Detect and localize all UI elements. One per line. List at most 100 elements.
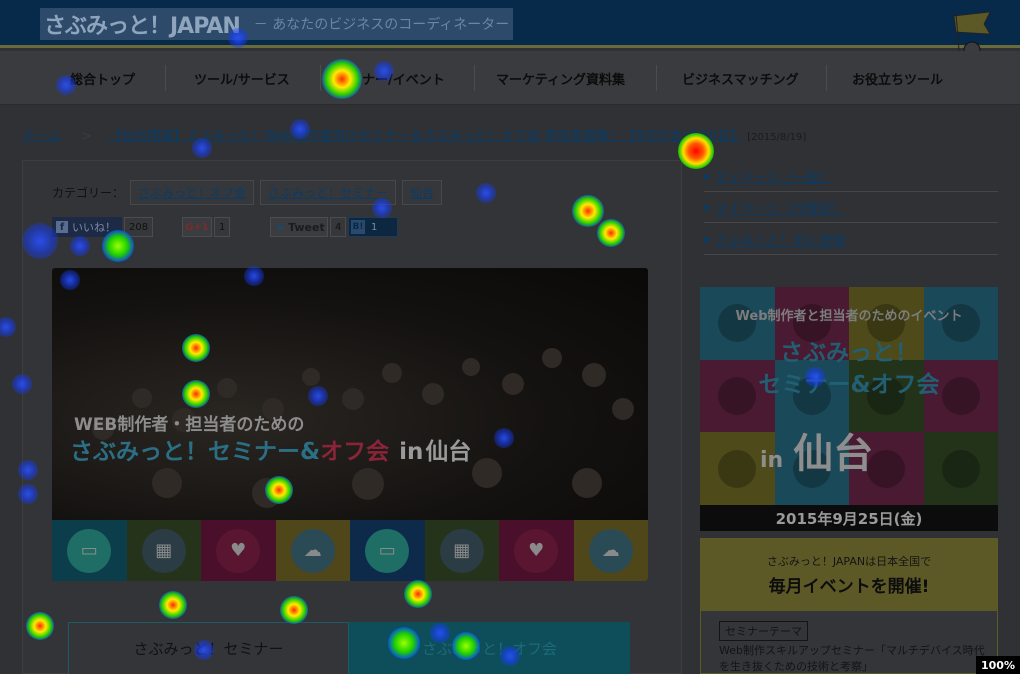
google-plus-count: 1: [214, 217, 231, 237]
monthly-event-box: さぶみっと！JAPANは日本全国で 毎月イベントを開催! セミナーテーマ Web…: [700, 538, 998, 674]
zoom-level: 100%: [976, 656, 1020, 674]
banner-title: Web制作者と担当者のためのイベント: [735, 309, 963, 324]
hatena-icon: B!: [351, 220, 365, 234]
tab-seminar[interactable]: さぶみっと！セミナー: [68, 622, 349, 674]
nav-divider: [826, 65, 827, 91]
sidebar-link-register-id[interactable]: ▶ さぶみっと！IDに登録: [704, 225, 998, 255]
triangle-right-icon: ▶: [704, 202, 711, 213]
category-tag-seminar[interactable]: さぶみっと！セミナー: [260, 180, 397, 205]
triangle-right-icon: ▶: [704, 234, 711, 245]
nav-item-matching[interactable]: ビジネスマッチング: [682, 51, 799, 105]
breadcrumb: ホーム > 【仙台開催】さぶみっと！Web制作者向けセミナー＆さぶみっと！オフ会…: [22, 125, 806, 144]
category-tag-sendai[interactable]: 仙台: [402, 180, 443, 205]
nav-item-tools[interactable]: ツール/サービス: [194, 51, 290, 105]
hero-title-in: in: [399, 439, 424, 465]
breadcrumb-home[interactable]: ホーム: [22, 129, 61, 144]
hatena-bookmark-button[interactable]: B! 1: [348, 217, 398, 237]
banner-main-title: さぶみっと！ セミナー&オフ会: [700, 337, 998, 401]
site-header: さぶみっと！JAPAN － あなたのビジネスのコーディネーター: [0, 0, 1020, 48]
photo-person: [132, 388, 152, 408]
sidebar-link-mypage-general[interactable]: ▶ マイページ（一般）: [704, 162, 998, 192]
photo-person: [472, 458, 502, 488]
nav-item-marketing[interactable]: マーケティング資料集: [496, 51, 625, 105]
hero-icon-tile: ☁: [275, 520, 350, 581]
nav-item-top[interactable]: 総合トップ: [70, 51, 135, 105]
photo-person: [462, 358, 480, 376]
hero-icon-tile: ▦: [126, 520, 201, 581]
hero-icon-tile: ☁: [573, 520, 648, 581]
site-logo[interactable]: さぶみっと！JAPAN － あなたのビジネスのコーディネーター: [40, 8, 514, 40]
category-tag-offkai[interactable]: さぶみっと！オフ会: [130, 180, 255, 205]
photo-person: [582, 363, 606, 387]
hero-title-offkai: オフ会: [320, 439, 390, 465]
photo-person: [342, 388, 364, 410]
banner-city-name: 仙台: [793, 431, 874, 477]
tweet-count: 4: [330, 217, 347, 237]
chat-icon: ☁: [290, 528, 335, 573]
logo-title: さぶみっと！JAPAN: [44, 14, 241, 39]
heatmap-click-spot: [0, 317, 16, 337]
tablet-icon: ▦: [141, 528, 186, 573]
nav-divider: [656, 65, 657, 91]
photo-person: [217, 378, 237, 398]
hero-icon-tile: ▦: [424, 520, 499, 581]
banner-city: in 仙台: [760, 421, 873, 479]
photo-person: [612, 398, 634, 420]
banner-tile-icon: [941, 449, 980, 488]
monitor-icon: ▭: [365, 528, 410, 573]
event-tabs: さぶみっと！セミナー さぶみっと！オフ会: [68, 622, 630, 674]
sidebar-event-banner[interactable]: Web制作者と担当者のためのイベント さぶみっと！ セミナー&オフ会 in 仙台 …: [700, 287, 998, 531]
sidebar-link-mypage-agency[interactable]: ▶ マイページ（代理店）: [704, 193, 998, 223]
hero-title-seminar: さぶみっと！セミナー: [70, 439, 300, 465]
tablet-icon: ▦: [439, 528, 484, 573]
hero-title-amp: &: [300, 439, 321, 465]
facebook-icon: f: [56, 221, 68, 233]
sidebar-link-label: マイページ（代理店）: [714, 202, 845, 217]
tab-offkai[interactable]: さぶみっと！オフ会: [349, 622, 630, 674]
photo-person: [422, 383, 444, 405]
event-box-header: さぶみっと！JAPANは日本全国で 毎月イベントを開催!: [701, 539, 997, 611]
monitor-icon: ▭: [67, 528, 112, 573]
seminar-theme-text[interactable]: Web制作スキルアップセミナー「マルチデバイス時代を生き抜くための技術と考察」: [719, 643, 989, 674]
tweet-button[interactable]: ➤ Tweet: [270, 217, 328, 237]
nav-item-useful-tools[interactable]: お役立ちツール: [852, 51, 943, 105]
hero-icon-tile: ♥: [499, 520, 574, 581]
banner-tile-icon: [718, 449, 757, 488]
nav-item-seminar[interactable]: セミナー/イベント: [336, 51, 445, 105]
sidebar-link-label: さぶみっと！IDに登録: [714, 234, 846, 249]
facebook-like-label: いいね！: [72, 221, 116, 234]
nav-divider: [165, 65, 166, 91]
hero-banner-image[interactable]: WEB制作者・担当者のための さぶみっと！セミナー&オフ会 in仙台 ▭ ▦ ♥ ☁ ▭ ▦…: [52, 268, 648, 581]
seminar-theme-tag: セミナーテーマ: [719, 621, 808, 641]
breadcrumb-separator: >: [81, 129, 93, 144]
photo-person: [502, 373, 524, 395]
hero-icon-strip: ▭ ▦ ♥ ☁ ▭ ▦ ♥ ☁: [52, 520, 648, 581]
event-box-subtitle: さぶみっと！JAPANは日本全国で: [766, 555, 932, 568]
breadcrumb-current[interactable]: 【仙台開催】さぶみっと！Web制作者向けセミナー＆さぶみっと！オフ会 参加者募集…: [109, 129, 743, 144]
google-plus-button[interactable]: G+1: [182, 217, 212, 237]
facebook-like-count: 208: [124, 217, 154, 237]
heart-icon: ♥: [216, 528, 261, 573]
facebook-like-button[interactable]: f いいね！: [52, 217, 122, 237]
twitter-bird-icon: ➤: [275, 220, 286, 234]
hatena-bookmark-count: 1: [371, 221, 378, 233]
photo-person: [382, 363, 402, 383]
logo-tagline: － あなたのビジネスのコーディネーター: [253, 17, 510, 33]
chat-icon: ☁: [588, 528, 633, 573]
main-nav: 総合トップ ツール/サービス セミナー/イベント マーケティング資料集 ビジネス…: [0, 51, 1020, 105]
hero-icon-tile: ♥: [201, 520, 276, 581]
post-date: [2015/8/19]: [747, 132, 807, 143]
nav-divider: [474, 65, 475, 91]
hero-title: さぶみっと！セミナー&オフ会 in仙台: [70, 432, 471, 466]
photo-person: [302, 368, 320, 386]
banner-main-line1: さぶみっと！: [780, 340, 918, 366]
category-row: カテゴリー： さぶみっと！オフ会 さぶみっと！セミナー 仙台: [52, 180, 443, 205]
banner-tile: [923, 432, 998, 505]
triangle-right-icon: ▶: [704, 171, 711, 182]
hero-icon-tile: ▭: [52, 520, 127, 581]
heart-icon: ♥: [514, 528, 559, 573]
group-photo: [52, 268, 648, 520]
hero-icon-tile: ▭: [350, 520, 425, 581]
photo-person: [542, 348, 562, 368]
banner-main-line2: セミナー&オフ会: [758, 372, 940, 398]
